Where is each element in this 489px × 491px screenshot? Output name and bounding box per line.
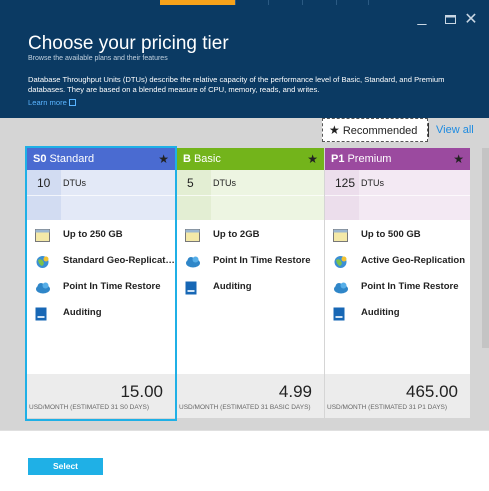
view-all-link[interactable]: View all (436, 124, 474, 136)
star-icon: ★ (453, 152, 464, 166)
tier-card-basic[interactable]: B Basic ★ 5 DTUs Up to 2GB Point In Time R… (177, 148, 324, 418)
price-box: 4.99 USD/MONTH (ESTIMATED 31 BASIC DAYS) (177, 374, 324, 418)
dtu-label: DTUs (213, 178, 236, 188)
feature-row: Point In Time Restore (325, 278, 470, 300)
price-box: 465.00 USD/MONTH (ESTIMATED 31 P1 DAYS) (325, 374, 470, 418)
auditing-icon (333, 307, 348, 321)
dtu-label: DTUs (361, 178, 384, 188)
storage-icon (333, 229, 348, 242)
feature-row: Up to 500 GB (325, 226, 470, 248)
star-icon: ★ (329, 123, 340, 137)
select-button[interactable]: Select (28, 458, 103, 475)
feature-row: Auditing (325, 304, 470, 326)
feature-row: Point In Time Restore (177, 252, 324, 274)
price-value: 465.00 (406, 382, 458, 401)
cloud-restore-icon (185, 255, 200, 268)
price-note: USD/MONTH (ESTIMATED 31 P1 DAYS) (327, 404, 448, 411)
dtu-value: 125 (335, 176, 356, 190)
feature-row: Auditing (177, 278, 324, 300)
price-value: 4.99 (278, 382, 312, 401)
cloud-restore-icon (333, 281, 348, 294)
close-icon[interactable]: ✕ (461, 10, 481, 30)
vertical-scrollbar[interactable] (482, 148, 489, 348)
auditing-icon (185, 281, 200, 295)
minimize-icon[interactable]: _ (412, 8, 432, 28)
blade-header: _ ✕ Choose your pricing tier Browse the … (0, 0, 489, 118)
divider (428, 123, 429, 137)
tier-card-premium[interactable]: P1 Premium ★ 125 DTUs Up to 500 GB Active … (325, 148, 470, 418)
page-subtitle: Browse the available plans and their fea… (28, 55, 168, 62)
tier-card-header: P1 Premium ★ (325, 148, 470, 170)
globe-icon (333, 255, 348, 268)
footer-divider (0, 430, 489, 431)
dtu-description: Database Throughput Units (DTUs) describ… (28, 75, 445, 94)
tier-card-header: B Basic ★ (177, 148, 324, 170)
recommended-filter[interactable]: ★ Recommended (322, 118, 428, 142)
feature-row: Up to 2GB (177, 226, 324, 248)
feature-row: Active Geo-Replication (325, 252, 470, 274)
storage-icon (185, 229, 200, 242)
dtu-value: 5 (187, 176, 194, 190)
learn-more-link[interactable]: Learn more (28, 98, 76, 107)
star-icon: ★ (307, 152, 318, 166)
pricing-tier-blade: _ ✕ Choose your pricing tier Browse the … (0, 0, 489, 491)
selection-outline (25, 146, 177, 421)
price-note: USD/MONTH (ESTIMATED 31 BASIC DAYS) (179, 404, 311, 411)
page-title: Choose your pricing tier (28, 33, 229, 54)
external-link-icon (68, 99, 76, 106)
maximize-icon[interactable] (440, 10, 460, 30)
